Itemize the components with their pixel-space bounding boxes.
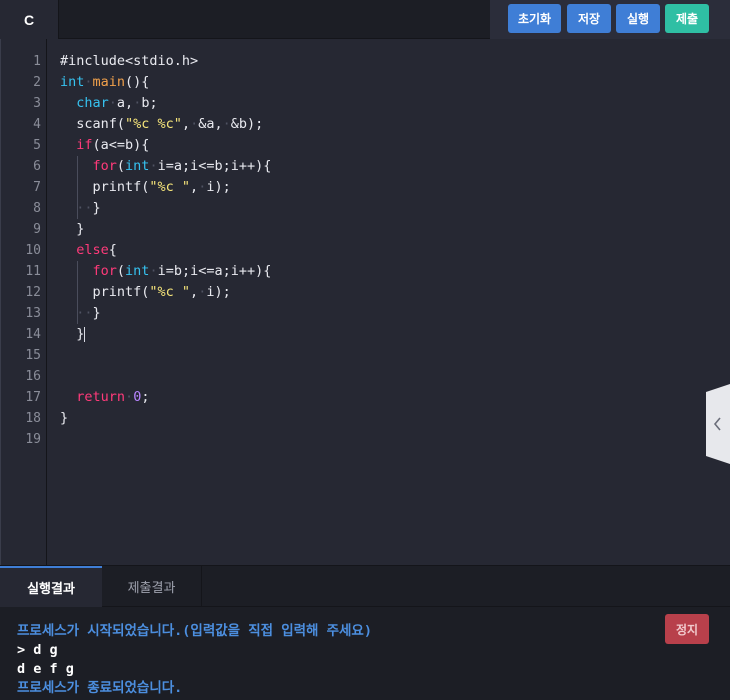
- code-line-4: scanf("%c %c",·&a,·&b);: [60, 116, 264, 132]
- console-output[interactable]: 프로세스가 시작되었습니다.(입력값을 직접 입력해 주세요) > d g d …: [17, 622, 372, 698]
- console-start-message: 프로세스가 시작되었습니다.(입력값을 직접 입력해 주세요): [17, 623, 372, 639]
- code-line-10: else{: [76, 242, 117, 258]
- stop-button[interactable]: 정지: [665, 614, 709, 644]
- code-line-2: int·main(){: [60, 74, 150, 90]
- tab-submit-result[interactable]: 제출결과: [102, 566, 202, 607]
- code-line-14: }: [60, 326, 86, 342]
- code-line-8: ··}: [60, 198, 101, 219]
- save-button[interactable]: 저장: [567, 4, 611, 33]
- line-number-gutter: 1 2 3 4 5 6 7 8 9 10 11 12 13 14 15 16 17 18 19: [1, 39, 47, 565]
- line-number: 13: [25, 306, 41, 321]
- code-line-18: }: [60, 410, 69, 426]
- console-end-message: 프로세스가 종료되었습니다.: [17, 680, 183, 696]
- code-line-11: for(int·i=b;i<=a;i++){: [60, 261, 271, 282]
- line-number: 19: [25, 432, 41, 447]
- line-number: 9: [33, 222, 41, 237]
- code-line-9: }: [60, 221, 85, 237]
- tab-run-result[interactable]: 실행결과: [0, 566, 102, 607]
- code-line-13: ··}: [60, 303, 101, 324]
- console-output-line: d e f g: [17, 661, 74, 677]
- line-number: 4: [33, 117, 41, 132]
- code-line-5: if(a<=b){: [76, 137, 150, 153]
- line-number: 2: [33, 75, 41, 90]
- line-number: 1: [33, 54, 41, 69]
- line-number: 6: [33, 159, 41, 174]
- text-cursor: [84, 326, 86, 342]
- line-number: 15: [25, 348, 41, 363]
- code-line-17: return·0;: [76, 389, 150, 405]
- top-bar: C 초기화 저장 실행 제출: [0, 0, 730, 39]
- line-number: 3: [33, 96, 41, 111]
- line-number: 14: [25, 327, 41, 342]
- language-tab[interactable]: C: [0, 0, 59, 39]
- line-number: 18: [25, 411, 41, 426]
- code-line-7: printf("%c ",·i);: [60, 177, 231, 198]
- line-number: 10: [25, 243, 41, 258]
- code-line-1: #include<stdio.h>: [60, 53, 199, 69]
- result-panel: 실행결과 제출결과 프로세스가 시작되었습니다.(입력값을 직접 입력해 주세요…: [0, 565, 730, 700]
- submit-button[interactable]: 제출: [665, 4, 709, 33]
- reset-button[interactable]: 초기화: [508, 4, 561, 33]
- result-tabs: 실행결과 제출결과: [0, 566, 730, 607]
- code-line-12: printf("%c ",·i);: [60, 282, 231, 303]
- line-number: 5: [33, 138, 41, 153]
- line-number: 12: [25, 285, 41, 300]
- run-button[interactable]: 실행: [616, 4, 660, 33]
- line-number: 17: [25, 390, 41, 405]
- code-line-3: char·a,·b;: [76, 95, 158, 111]
- line-number: 11: [25, 264, 41, 279]
- line-number: 8: [33, 201, 41, 216]
- code-editor[interactable]: 1 2 3 4 5 6 7 8 9 10 11 12 13 14 15 16 17 18 19 #include<s…: [0, 39, 730, 565]
- code-line-6: for(int·i=a;i<=b;i++){: [60, 156, 271, 177]
- line-number: 16: [25, 369, 41, 384]
- console-input-line: > d g: [17, 642, 58, 658]
- line-number: 7: [33, 180, 41, 195]
- side-panel-toggle[interactable]: [704, 384, 730, 464]
